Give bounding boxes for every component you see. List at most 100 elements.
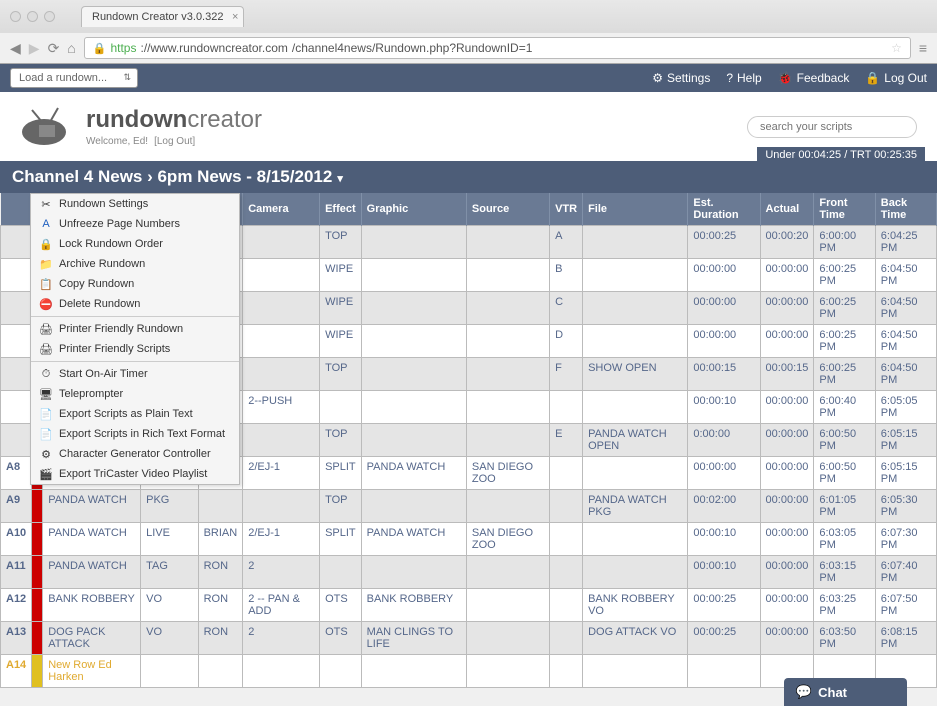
cell[interactable]	[583, 556, 688, 589]
menu-item[interactable]: 🖥Teleprompter	[31, 384, 239, 404]
column-header[interactable]: Back Time	[875, 193, 936, 226]
column-header[interactable]: Front Time	[814, 193, 875, 226]
cell[interactable]	[32, 622, 43, 655]
column-header[interactable]: Camera	[243, 193, 320, 226]
cell[interactable]	[198, 655, 243, 688]
cell[interactable]	[466, 358, 549, 391]
cell[interactable]: A12	[1, 589, 32, 622]
cell[interactable]	[550, 556, 583, 589]
cell[interactable]	[361, 292, 466, 325]
cell[interactable]: TOP	[320, 490, 362, 523]
menu-item[interactable]: 📁Archive Rundown	[31, 254, 239, 274]
table-row[interactable]: A9 PANDA WATCHPKG TOP PANDA WATCH PKG00:02:…	[1, 490, 937, 523]
cell[interactable]: A	[550, 226, 583, 259]
menu-item[interactable]: 📄Export Scripts in Rich Text Format	[31, 424, 239, 444]
cell[interactable]: PANDA WATCH OPEN	[583, 424, 688, 457]
cell[interactable]	[583, 457, 688, 490]
cell[interactable]: B	[550, 259, 583, 292]
cell[interactable]: PKG	[141, 490, 198, 523]
cell[interactable]: 6:01:05 PM	[814, 490, 875, 523]
column-header[interactable]: File	[583, 193, 688, 226]
help-link[interactable]: ?Help	[726, 71, 761, 85]
cell[interactable]: PANDA WATCH	[43, 523, 141, 556]
cell[interactable]	[361, 655, 466, 688]
menu-item[interactable]: 🎬Export TriCaster Video Playlist	[31, 464, 239, 484]
cell[interactable]: E	[550, 424, 583, 457]
cell[interactable]	[361, 424, 466, 457]
cell[interactable]: SPLIT	[320, 457, 362, 490]
cell[interactable]: 6:05:15 PM	[875, 424, 936, 457]
cell[interactable]: 00:02:00	[688, 490, 760, 523]
cell[interactable]	[243, 325, 320, 358]
cell[interactable]	[583, 391, 688, 424]
cell[interactable]	[361, 358, 466, 391]
cell[interactable]	[466, 226, 549, 259]
cell[interactable]: RON	[198, 589, 243, 622]
cell[interactable]	[320, 556, 362, 589]
cell[interactable]: 00:00:00	[760, 523, 814, 556]
minimize-window[interactable]	[27, 11, 38, 22]
cell[interactable]: A13	[1, 622, 32, 655]
cell[interactable]: 00:00:10	[688, 391, 760, 424]
cell[interactable]: 2	[243, 556, 320, 589]
cell[interactable]: MAN CLINGS TO LIFE	[361, 622, 466, 655]
header-logout-link[interactable]: [Log Out]	[154, 136, 195, 147]
cell[interactable]: 6:07:30 PM	[875, 523, 936, 556]
cell[interactable]: PANDA WATCH PKG	[583, 490, 688, 523]
cell[interactable]: 6:05:15 PM	[875, 457, 936, 490]
cell[interactable]: BANK ROBBERY	[43, 589, 141, 622]
reload-icon[interactable]: ⟳	[48, 40, 60, 57]
cell[interactable]: WIPE	[320, 259, 362, 292]
cell[interactable]: PANDA WATCH	[361, 457, 466, 490]
cell[interactable]: TAG	[141, 556, 198, 589]
cell[interactable]	[466, 325, 549, 358]
table-row[interactable]: A12BANK ROBBERYVORON2 -- PAN & ADDOTSBAN…	[1, 589, 937, 622]
cell[interactable]	[361, 490, 466, 523]
cell[interactable]: SAN DIEGO ZOO	[466, 523, 549, 556]
cell[interactable]	[550, 523, 583, 556]
cell[interactable]	[550, 622, 583, 655]
cell[interactable]	[141, 655, 198, 688]
cell[interactable]	[320, 391, 362, 424]
cell[interactable]: 00:00:25	[688, 622, 760, 655]
cell[interactable]	[32, 589, 43, 622]
cell[interactable]	[583, 292, 688, 325]
cell[interactable]: 00:00:15	[760, 358, 814, 391]
table-row[interactable]: A10PANDA WATCHLIVEBRIAN2/EJ-1SPLITPANDA …	[1, 523, 937, 556]
cell[interactable]: 00:00:00	[760, 292, 814, 325]
cell[interactable]: DOG PACK ATTACK	[43, 622, 141, 655]
browser-tab[interactable]: Rundown Creator v3.0.322 ×	[81, 6, 244, 27]
menu-item[interactable]: 🔒Lock Rundown Order	[31, 234, 239, 254]
cell[interactable]	[550, 457, 583, 490]
settings-link[interactable]: ⚙Settings	[652, 71, 710, 85]
cell[interactable]: 6:05:05 PM	[875, 391, 936, 424]
cell[interactable]: 6:03:25 PM	[814, 589, 875, 622]
cell[interactable]: BRIAN	[198, 523, 243, 556]
column-header[interactable]: Est. Duration	[688, 193, 760, 226]
cell[interactable]: A9	[1, 490, 32, 523]
back-icon[interactable]: ◀	[10, 40, 21, 57]
cell[interactable]	[466, 292, 549, 325]
home-icon[interactable]: ⌂	[67, 40, 75, 56]
rundown-title[interactable]: Channel 4 News › 6pm News - 8/15/2012 ▾	[12, 167, 343, 187]
cell[interactable]	[361, 325, 466, 358]
forward-icon[interactable]: ▶	[29, 40, 40, 57]
cell[interactable]	[550, 589, 583, 622]
cell[interactable]: 00:00:00	[688, 457, 760, 490]
cell[interactable]: 00:00:00	[688, 292, 760, 325]
menu-item[interactable]: 🖨Printer Friendly Scripts	[31, 339, 239, 359]
cell[interactable]: 6:00:50 PM	[814, 424, 875, 457]
cell[interactable]	[361, 259, 466, 292]
cell[interactable]	[550, 490, 583, 523]
cell[interactable]: 2 -- PAN & ADD	[243, 589, 320, 622]
cell[interactable]: PANDA WATCH	[43, 490, 141, 523]
cell[interactable]: 6:08:15 PM	[875, 622, 936, 655]
cell[interactable]: 00:00:00	[760, 457, 814, 490]
cell[interactable]: A10	[1, 523, 32, 556]
cell[interactable]: SAN DIEGO ZOO	[466, 457, 549, 490]
cell[interactable]	[466, 655, 549, 688]
cell[interactable]: 6:04:25 PM	[875, 226, 936, 259]
cell[interactable]: OTS	[320, 622, 362, 655]
cell[interactable]: 6:00:25 PM	[814, 358, 875, 391]
cell[interactable]: 00:00:00	[760, 589, 814, 622]
